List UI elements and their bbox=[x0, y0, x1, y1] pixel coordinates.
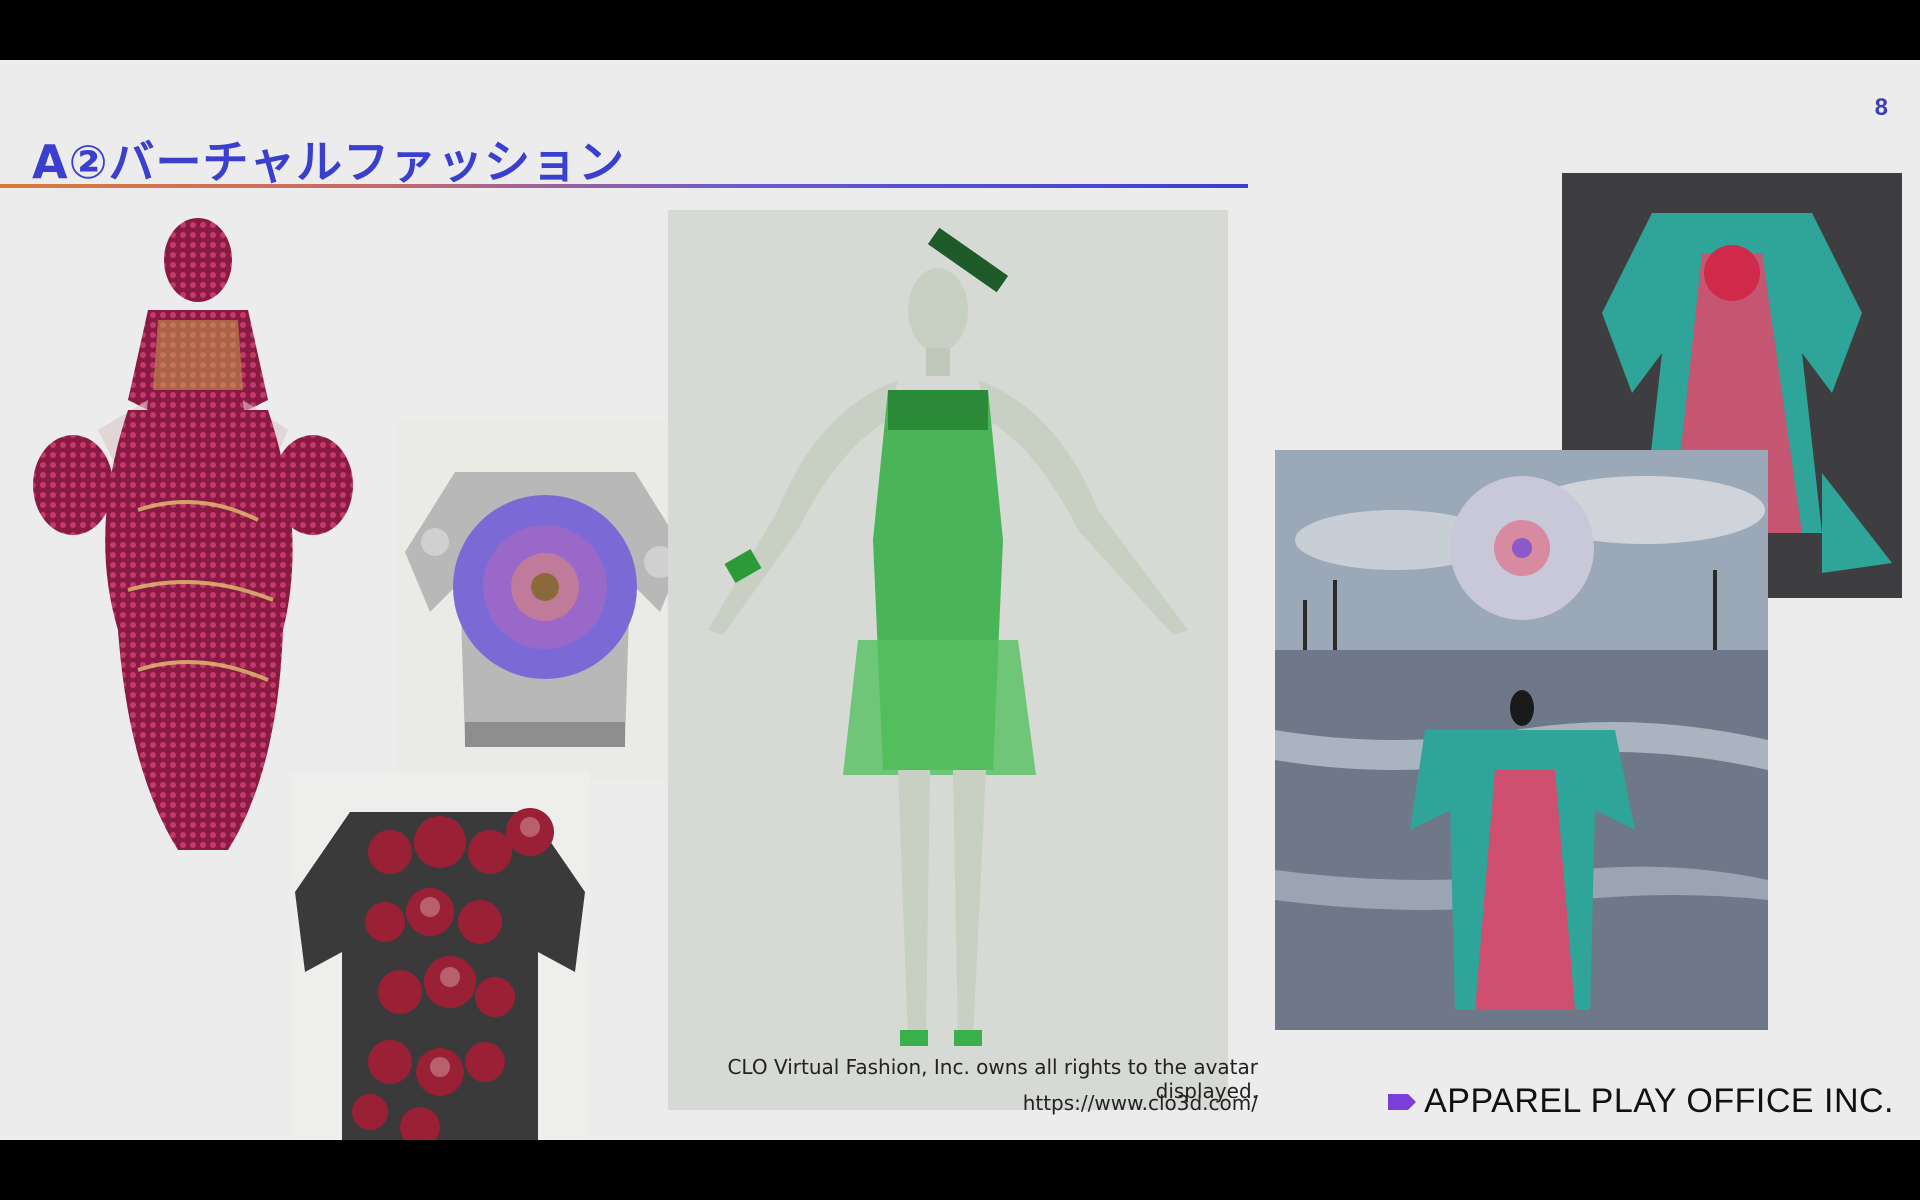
red-ruffle-top-image bbox=[290, 772, 590, 1140]
company-name-text: APPAREL PLAY OFFICE INC. bbox=[1424, 1082, 1894, 1120]
lake-scene-image bbox=[1275, 450, 1768, 1030]
title-underline bbox=[0, 184, 1248, 188]
letterbox-top bbox=[0, 0, 1920, 60]
green-avatar-dress-image bbox=[668, 210, 1228, 1110]
slide: 8 A②バーチャルファッション CLO Virtual Fashion, Inc… bbox=[0, 60, 1920, 1140]
page-number: 8 bbox=[1874, 94, 1888, 121]
ruffled-pink-gown-image bbox=[28, 210, 358, 860]
slide-title: A②バーチャルファッション bbox=[32, 135, 626, 189]
company-name: APPAREL PLAY OFFICE INC. bbox=[1388, 1082, 1894, 1121]
tag-icon bbox=[1388, 1093, 1417, 1110]
letterbox-bottom bbox=[0, 1140, 1920, 1200]
flower-sweater-image bbox=[395, 422, 695, 782]
source-url[interactable]: https://www.clo3d.com/ bbox=[628, 1091, 1258, 1115]
